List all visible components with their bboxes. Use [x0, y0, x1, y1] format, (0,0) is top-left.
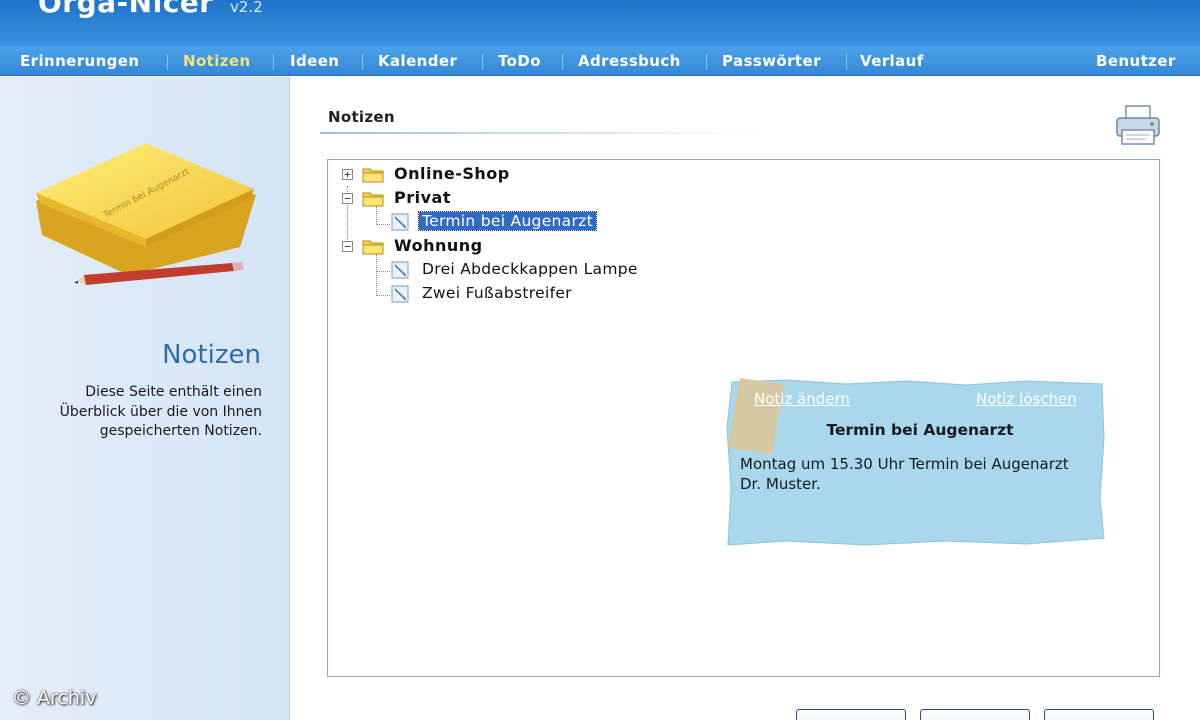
- nav-separator: [362, 54, 363, 70]
- nav-item-ideen[interactable]: Ideen: [290, 52, 339, 70]
- tree-connector: [376, 224, 390, 225]
- folder-icon: [362, 192, 384, 207]
- bottom-button-3[interactable]: [1044, 709, 1154, 720]
- nav-item-passwoerter[interactable]: Passwörter: [722, 52, 821, 70]
- tree-connector: [376, 206, 377, 224]
- tree-folder-privat[interactable]: Privat: [394, 188, 451, 207]
- sticky-note-pencil-icon: Termin bei Augenarzt: [36, 143, 256, 285]
- expand-toggle-online-shop[interactable]: +: [342, 169, 353, 180]
- tree-note-zwei-fussabstreifer[interactable]: Zwei Fußabstreifer: [419, 284, 575, 302]
- tree-folder-wohnung[interactable]: Wohnung: [394, 236, 483, 255]
- app-logo: Orga-Nicer: [38, 0, 214, 19]
- expand-toggle-wohnung[interactable]: −: [342, 241, 353, 252]
- tree-connector: [376, 254, 377, 294]
- copyright-watermark: © Archiv: [12, 687, 97, 709]
- note-icon: [391, 213, 409, 231]
- printer-icon[interactable]: [1114, 104, 1164, 148]
- main-nav: Erinnerungen Notizen Ideen Kalender ToDo…: [0, 46, 1200, 76]
- nav-separator: [273, 54, 274, 70]
- tree-connector: [376, 295, 390, 296]
- note-icon: [391, 261, 409, 279]
- nav-separator: [482, 54, 483, 70]
- nav-separator: [706, 54, 707, 70]
- title-divider: [320, 132, 760, 134]
- tree-connector: [376, 271, 390, 272]
- nav-item-verlauf[interactable]: Verlauf: [860, 52, 924, 70]
- left-panel-description: Diese Seite enthält einen Überblick über…: [59, 384, 262, 439]
- bottom-button-2[interactable]: [920, 709, 1030, 720]
- tree-folder-online-shop[interactable]: Online-Shop: [394, 164, 510, 183]
- nav-separator: [167, 54, 168, 70]
- left-panel-title: Notizen: [162, 340, 261, 370]
- expand-toggle-privat[interactable]: −: [342, 193, 353, 204]
- left-panel: Termin bei Augenarzt Notizen Diese Seite…: [0, 77, 290, 720]
- nav-separator: [562, 54, 563, 70]
- note-card-text: Montag um 15.30 Uhr Termin bei Augenarzt…: [740, 455, 1069, 493]
- app-header: Orga-Nicer v2.2: [0, 0, 1200, 46]
- note-icon: [391, 285, 409, 303]
- nav-item-benutzer[interactable]: Benutzer: [1096, 52, 1176, 70]
- edit-note-link[interactable]: Notiz ändern: [754, 390, 850, 408]
- note-preview-card: Notiz ändern Notiz löschen Termin bei Au…: [726, 378, 1106, 548]
- folder-icon: [362, 240, 384, 255]
- nav-item-adressbuch[interactable]: Adressbuch: [578, 52, 681, 70]
- bottom-button-1[interactable]: [796, 709, 906, 720]
- folder-icon: [362, 168, 384, 183]
- app-version: v2.2: [230, 0, 263, 16]
- note-card-title: Termin bei Augenarzt: [826, 421, 1014, 439]
- nav-item-erinnerungen[interactable]: Erinnerungen: [20, 52, 139, 70]
- nav-item-todo[interactable]: ToDo: [498, 52, 541, 70]
- tree-note-drei-abdeckkappen-lampe[interactable]: Drei Abdeckkappen Lampe: [419, 260, 641, 278]
- delete-note-link[interactable]: Notiz löschen: [976, 390, 1077, 408]
- tree-note-termin-bei-augenarzt[interactable]: Termin bei Augenarzt: [418, 211, 597, 231]
- nav-item-notizen[interactable]: Notizen: [183, 52, 251, 70]
- nav-separator: [846, 54, 847, 70]
- nav-item-kalender[interactable]: Kalender: [378, 52, 457, 70]
- page-title: Notizen: [328, 108, 395, 126]
